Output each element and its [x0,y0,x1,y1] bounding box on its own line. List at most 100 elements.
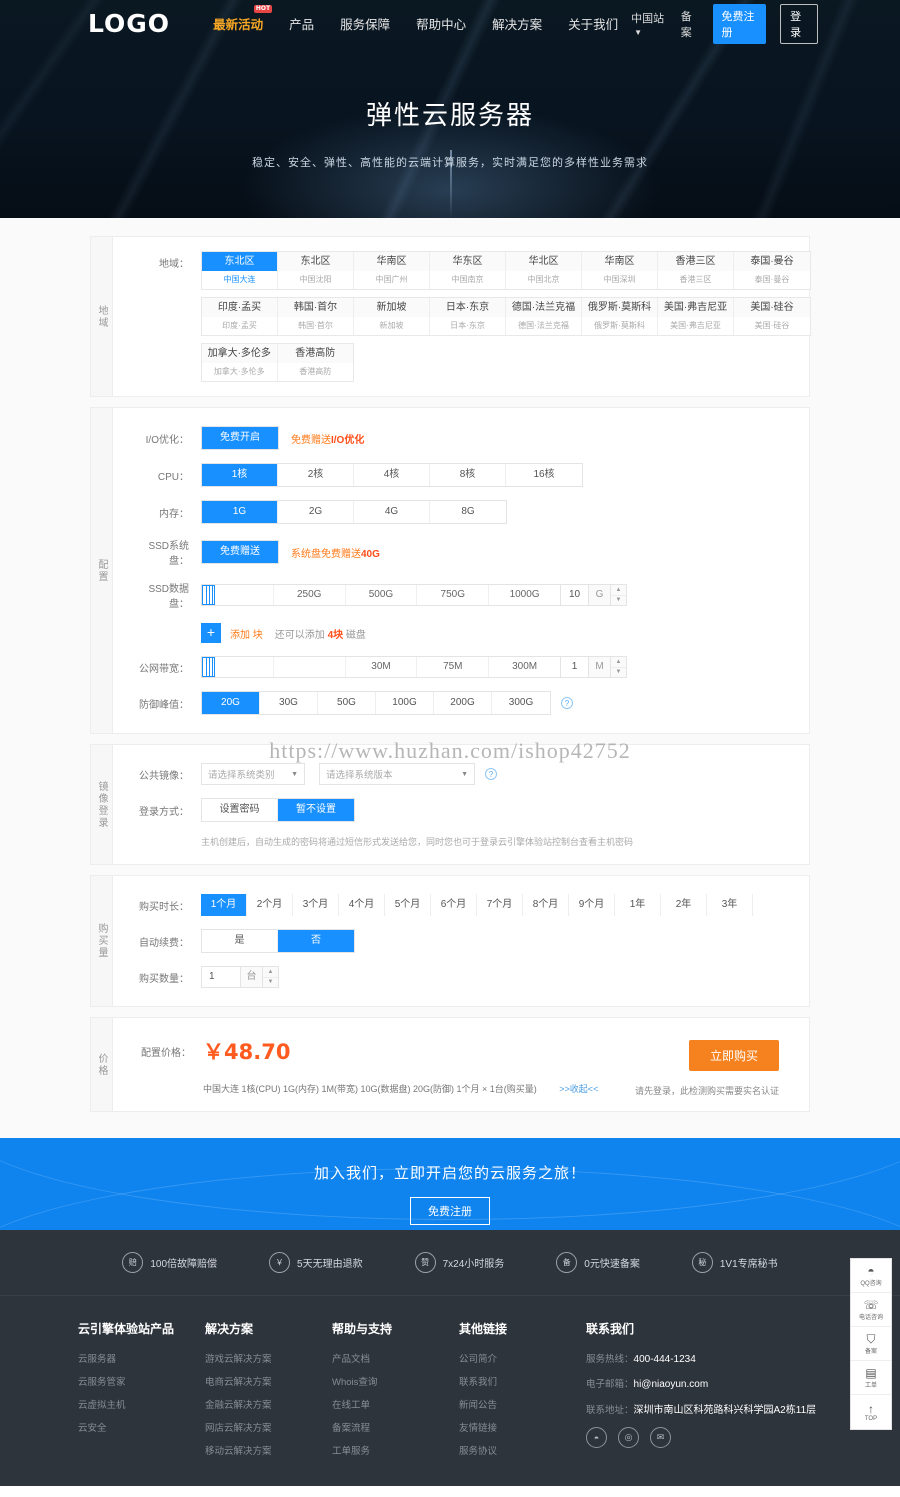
bandwidth-slider[interactable]: 30M 75M 300M [201,656,561,678]
ssd-data-slider-knob[interactable] [202,585,215,605]
footer-link-3-4[interactable]: 服务协议 [459,1443,586,1457]
defense-option-5[interactable]: 300G [492,692,550,714]
footer-link-2-4[interactable]: 工单服务 [332,1443,459,1457]
region-cell-0-5[interactable]: 华南区 中国深圳 [582,252,658,289]
image-help-icon[interactable]: ? [485,768,497,780]
duration-option-6[interactable]: 7个月 [477,894,523,916]
region-cell-0-1[interactable]: 东北区 中国沈阳 [278,252,354,289]
footer-link-3-0[interactable]: 公司简介 [459,1351,586,1365]
bandwidth-increment[interactable]: ▲ [611,657,626,668]
duration-option-3[interactable]: 4个月 [339,894,385,916]
duration-option-9[interactable]: 1年 [615,894,661,916]
footer-link-2-3[interactable]: 备案流程 [332,1420,459,1434]
footer-link-3-1[interactable]: 联系我们 [459,1374,586,1388]
footer-link-1-2[interactable]: 金融云解决方案 [205,1397,332,1411]
nav-item-0[interactable]: 最新活动 HOT [200,5,276,33]
autorenew-option-1[interactable]: 否 [278,930,354,952]
cpu-option-4[interactable]: 16核 [506,464,582,486]
footer-link-2-0[interactable]: 产品文档 [332,1351,459,1365]
nav-item-1[interactable]: 产品 [276,14,327,33]
ssd-data-slider[interactable]: 250G 500G 750G 1000G [201,584,561,606]
price-collapse-toggle[interactable]: >>收起<< [559,1084,598,1094]
weibo-icon[interactable]: ◎ [618,1427,639,1448]
side-item-0[interactable]: ◓ QQ咨询 [851,1259,891,1293]
add-disk-label[interactable]: 添加 块 [230,626,263,641]
bandwidth-stepper[interactable]: ▲ ▼ [611,656,627,678]
quantity-value[interactable]: 1 [201,966,241,988]
footer-link-3-3[interactable]: 友情链接 [459,1420,586,1434]
region-cell-0-0[interactable]: 东北区 中国大连 [202,252,278,289]
ssd-data-value[interactable]: 10 [561,584,589,606]
os-category-select[interactable]: 请选择系统类别 ▼ [201,763,305,785]
duration-option-4[interactable]: 5个月 [385,894,431,916]
duration-option-8[interactable]: 9个月 [569,894,615,916]
ssd-data-stepper[interactable]: ▲ ▼ [611,584,627,606]
footer-link-1-0[interactable]: 游戏云解决方案 [205,1351,332,1365]
add-disk-button[interactable]: + [201,623,221,643]
quantity-stepper[interactable]: ▲ ▼ [263,966,279,988]
memory-option-1[interactable]: 2G [278,501,354,523]
duration-option-1[interactable]: 2个月 [247,894,293,916]
os-version-select[interactable]: 请选择系统版本 ▼ [319,763,475,785]
footer-link-2-1[interactable]: Whois查询 [332,1374,459,1388]
site-select[interactable]: 中国站 ▼ [631,10,667,38]
region-cell-1-0[interactable]: 印度·孟买 印度·孟买 [202,298,278,335]
defense-option-3[interactable]: 100G [376,692,434,714]
footer-link-0-2[interactable]: 云虚拟主机 [78,1397,205,1411]
defense-option-1[interactable]: 30G [260,692,318,714]
nav-item-3[interactable]: 帮助中心 [403,14,479,33]
nav-item-4[interactable]: 解决方案 [479,14,555,33]
qq-icon[interactable]: ◓ [586,1427,607,1448]
region-cell-2-1[interactable]: 香港高防 香港高防 [277,344,353,381]
ssd-data-increment[interactable]: ▲ [611,585,626,596]
region-cell-1-6[interactable]: 美国·弗吉尼亚 美国·弗吉尼亚 [658,298,734,335]
side-item-3[interactable]: ▤ 工单 [851,1361,891,1395]
login-mode-option-0[interactable]: 设置密码 [202,799,278,821]
bandwidth-slider-knob[interactable] [202,657,215,677]
defense-option-4[interactable]: 200G [434,692,492,714]
region-cell-1-7[interactable]: 美国·硅谷 美国·硅谷 [734,298,810,335]
cpu-option-2[interactable]: 4核 [354,464,430,486]
footer-link-1-1[interactable]: 电商云解决方案 [205,1374,332,1388]
quantity-decrement[interactable]: ▼ [263,978,278,988]
side-item-1[interactable]: ☏ 电话咨询 [851,1293,891,1327]
register-button[interactable]: 免费注册 [712,3,767,44]
footer-link-1-4[interactable]: 移动云解决方案 [205,1443,332,1457]
bandwidth-value[interactable]: 1 [561,656,589,678]
region-cell-0-3[interactable]: 华东区 中国南京 [430,252,506,289]
region-cell-1-1[interactable]: 韩国·首尔 韩国·首尔 [278,298,354,335]
site-logo[interactable]: LOGO [88,9,170,38]
duration-option-2[interactable]: 3个月 [293,894,339,916]
quantity-increment[interactable]: ▲ [263,967,278,978]
region-cell-0-7[interactable]: 泰国·曼谷 泰国·曼谷 [734,252,810,289]
cpu-option-3[interactable]: 8核 [430,464,506,486]
side-item-2[interactable]: ⛉ 备案 [851,1327,891,1361]
footer-link-1-3[interactable]: 网店云解决方案 [205,1420,332,1434]
duration-option-11[interactable]: 3年 [707,894,753,916]
ssd-system-option-0[interactable]: 免费赠送 [202,541,278,563]
region-cell-1-2[interactable]: 新加坡 新加坡 [354,298,430,335]
region-cell-0-4[interactable]: 华北区 中国北京 [506,252,582,289]
nav-item-2[interactable]: 服务保障 [327,14,403,33]
autorenew-option-0[interactable]: 是 [202,930,278,952]
duration-option-7[interactable]: 8个月 [523,894,569,916]
duration-option-5[interactable]: 6个月 [431,894,477,916]
region-cell-0-6[interactable]: 香港三区 香港三区 [658,252,734,289]
footer-link-2-2[interactable]: 在线工单 [332,1397,459,1411]
region-cell-0-2[interactable]: 华南区 中国广州 [354,252,430,289]
cpu-option-1[interactable]: 2核 [278,464,354,486]
region-cell-1-5[interactable]: 俄罗斯·莫斯科 俄罗斯·莫斯科 [582,298,658,335]
footer-link-0-0[interactable]: 云服务器 [78,1351,205,1365]
nav-item-5[interactable]: 关于我们 [555,14,631,33]
cpu-option-0[interactable]: 1核 [202,464,278,486]
duration-option-0[interactable]: 1个月 [201,894,247,916]
login-button[interactable]: 登录 [780,3,818,44]
defense-option-2[interactable]: 50G [318,692,376,714]
memory-option-0[interactable]: 1G [202,501,278,523]
defense-option-0[interactable]: 20G [202,692,260,714]
footer-link-3-2[interactable]: 新闻公告 [459,1397,586,1411]
region-cell-2-0[interactable]: 加拿大·多伦多 加拿大·多伦多 [202,344,278,381]
cta-register-button[interactable]: 免费注册 [410,1197,490,1225]
beian-link[interactable]: 备案 [681,8,699,40]
memory-option-2[interactable]: 4G [354,501,430,523]
